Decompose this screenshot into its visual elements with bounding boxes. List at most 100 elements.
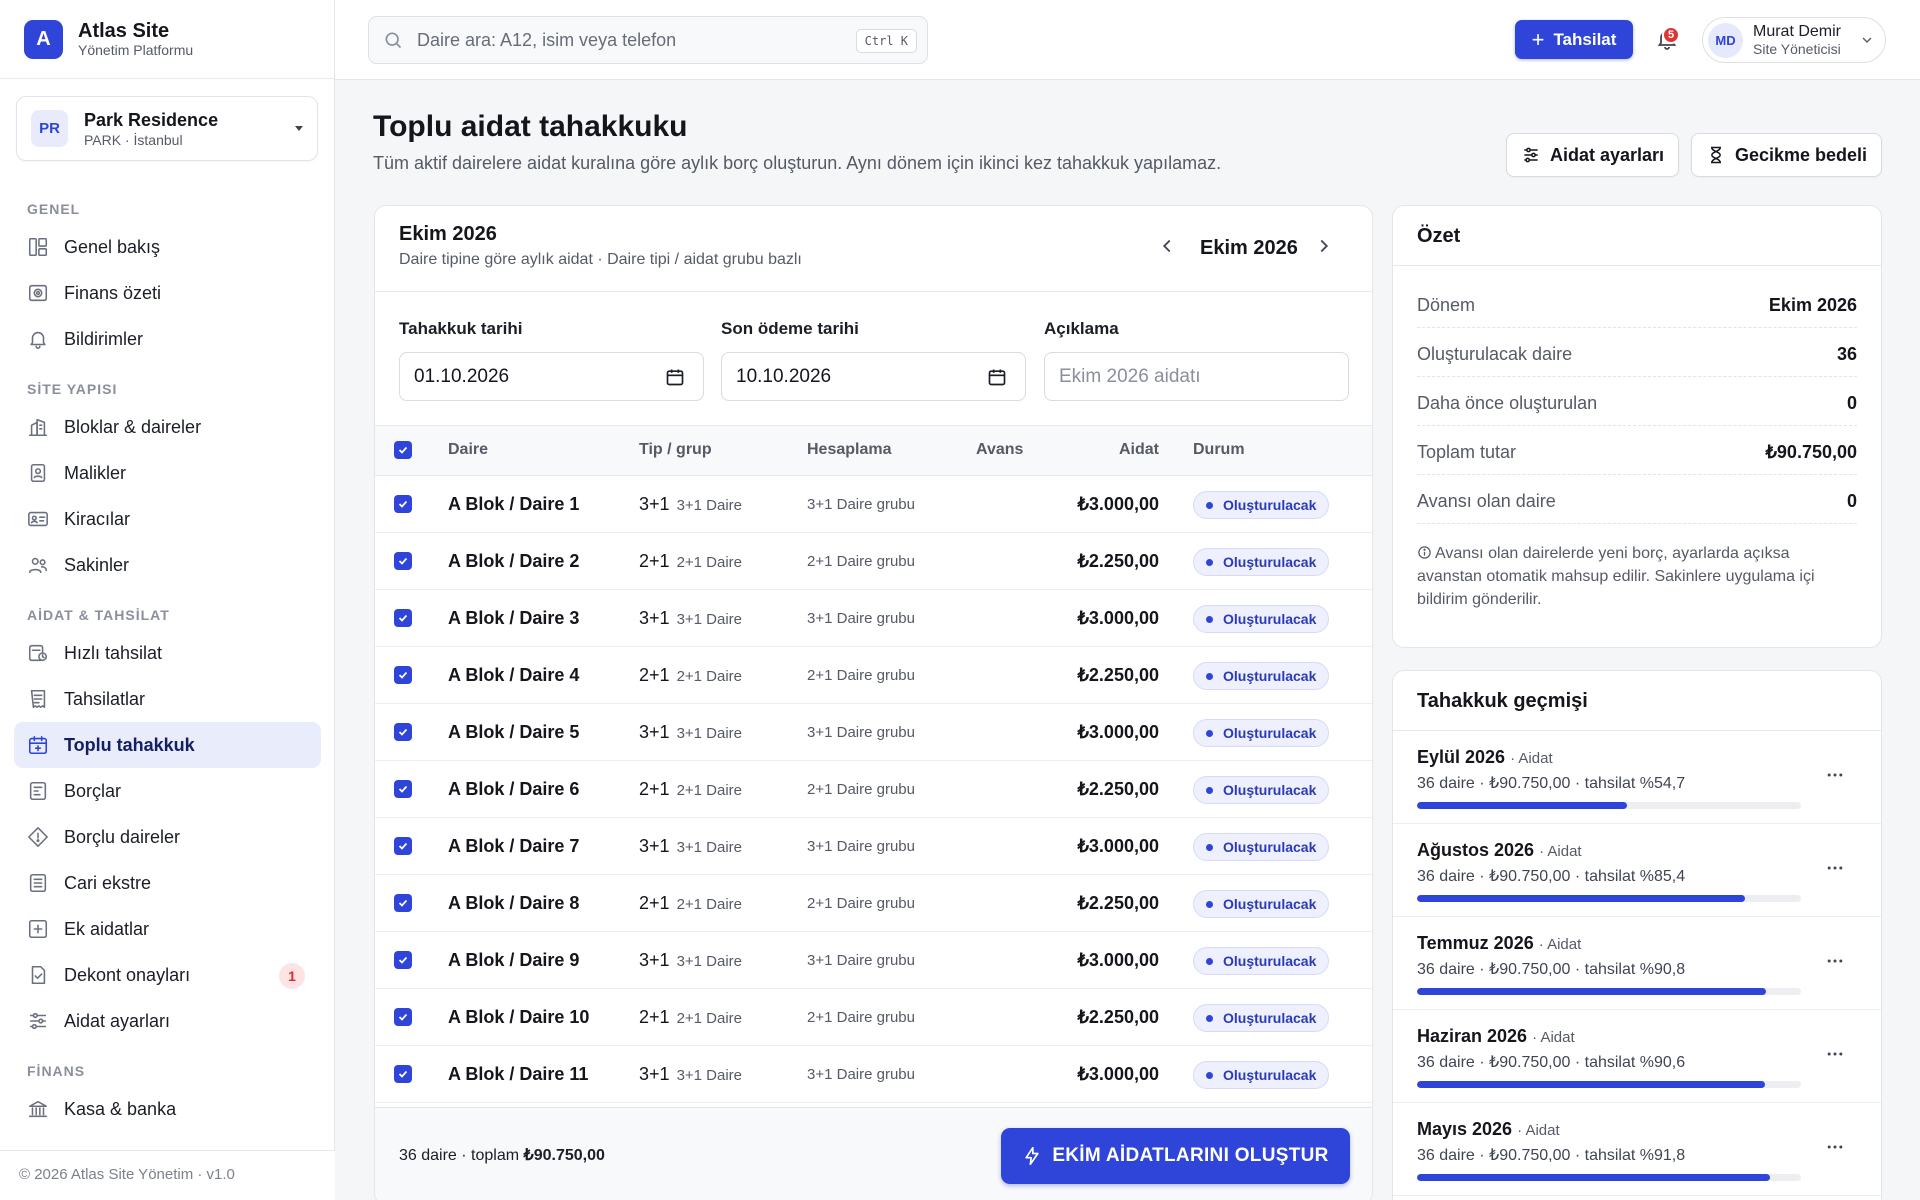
status-text: Oluşturulacak bbox=[1223, 668, 1317, 684]
fee-settings-button[interactable]: Aidat ayarları bbox=[1506, 133, 1679, 177]
col-tip[interactable]: Tip / grup bbox=[639, 441, 712, 459]
sidebar-item[interactable]: Tahsilatlar bbox=[14, 676, 321, 722]
users-icon bbox=[27, 554, 49, 576]
site-avatar: PR bbox=[31, 110, 68, 147]
cell-aidat: ₺2.250,00 bbox=[1077, 1007, 1159, 1027]
summary-list: Dönem Ekim 2026 Oluşturulacak daire 36 Daha … bbox=[1393, 279, 1881, 524]
calendar-icon[interactable] bbox=[987, 367, 1007, 387]
sidebar-item[interactable]: Dekont onayları 1 bbox=[14, 952, 321, 998]
row-checkbox[interactable] bbox=[394, 723, 412, 741]
sidebar-item-label: Toplu tahakkuk bbox=[64, 734, 195, 755]
due-date-input[interactable]: 10.10.2026 bbox=[721, 352, 1026, 401]
row-checkbox[interactable] bbox=[394, 951, 412, 969]
sidebar-item[interactable]: Malikler bbox=[14, 450, 321, 496]
select-all-checkbox[interactable] bbox=[394, 441, 412, 459]
sidebar-item[interactable]: Aidat ayarları bbox=[14, 998, 321, 1044]
summary-value: 0 bbox=[1846, 393, 1857, 413]
cell-tip-sub: 2+1 Daire bbox=[676, 1010, 743, 1027]
sidebar-item[interactable]: Sakinler bbox=[14, 542, 321, 588]
table-row[interactable]: A Blok / Daire 6 2+1 2+1 Daire 2+1 Daire g… bbox=[375, 761, 1372, 818]
collect-button[interactable]: + Tahsilat bbox=[1515, 20, 1633, 59]
status-text: Oluşturulacak bbox=[1223, 782, 1317, 798]
cell-tip-main: 2+1 bbox=[639, 893, 670, 913]
row-checkbox[interactable] bbox=[394, 495, 412, 513]
col-durum[interactable]: Durum bbox=[1193, 441, 1245, 459]
check-icon bbox=[398, 446, 408, 454]
row-checkbox[interactable] bbox=[394, 1008, 412, 1026]
site-location: PARK · İstanbul bbox=[84, 131, 183, 148]
history-month: Eylül 2026 bbox=[1417, 747, 1506, 767]
row-checkbox[interactable] bbox=[394, 894, 412, 912]
accrual-date-value: 01.10.2026 bbox=[414, 365, 510, 387]
nav-section-title: FİNANS bbox=[27, 1063, 86, 1079]
sidebar-item[interactable]: Bildirimler bbox=[14, 316, 321, 362]
sidebar-item[interactable]: Finans özeti bbox=[14, 270, 321, 316]
description-input[interactable]: Ekim 2026 aidatı bbox=[1044, 352, 1349, 401]
cell-tip-main: 3+1 bbox=[639, 608, 670, 628]
status-text: Oluşturulacak bbox=[1223, 839, 1317, 855]
more-options-icon[interactable] bbox=[1825, 765, 1845, 785]
col-hesap[interactable]: Hesaplama bbox=[807, 441, 892, 459]
sidebar-item-label: Cari ekstre bbox=[64, 872, 152, 893]
table-row[interactable]: A Blok / Daire 4 2+1 2+1 Daire 2+1 Daire g… bbox=[375, 647, 1372, 704]
row-checkbox[interactable] bbox=[394, 609, 412, 627]
collection-progress-bar bbox=[1417, 1174, 1801, 1181]
row-checkbox[interactable] bbox=[394, 552, 412, 570]
more-options-icon[interactable] bbox=[1825, 1137, 1845, 1157]
sidebar-item-label: Malikler bbox=[64, 462, 127, 483]
accrual-date-label: Tahakkuk tarihi bbox=[399, 319, 523, 338]
more-options-icon[interactable] bbox=[1825, 951, 1845, 971]
more-options-icon[interactable] bbox=[1825, 1044, 1845, 1064]
row-checkbox[interactable] bbox=[394, 1065, 412, 1083]
cell-aidat: ₺3.000,00 bbox=[1077, 836, 1159, 856]
table-row[interactable]: A Blok / Daire 11 3+1 3+1 Daire 3+1 Daire … bbox=[375, 1046, 1372, 1103]
status-badge: Oluşturulacak bbox=[1193, 548, 1330, 576]
row-checkbox[interactable] bbox=[394, 780, 412, 798]
table-row[interactable]: A Blok / Daire 10 2+1 2+1 Daire 2+1 Daire … bbox=[375, 989, 1372, 1046]
more-options-icon[interactable] bbox=[1825, 858, 1845, 878]
accrual-date-input[interactable]: 01.10.2026 bbox=[399, 352, 704, 401]
col-daire[interactable]: Daire bbox=[448, 441, 488, 459]
calendar-icon[interactable] bbox=[665, 367, 685, 387]
row-checkbox[interactable] bbox=[394, 666, 412, 684]
search-box[interactable]: Ctrl K bbox=[368, 16, 928, 64]
sidebar-item[interactable]: Cari ekstre bbox=[14, 860, 321, 906]
table-row[interactable]: A Blok / Daire 7 3+1 3+1 Daire 3+1 Daire g… bbox=[375, 818, 1372, 875]
collect-button-label: Tahsilat bbox=[1553, 29, 1617, 49]
sidebar-item[interactable]: Kasa & banka bbox=[14, 1086, 321, 1132]
sidebar-item[interactable]: Hızlı tahsilat bbox=[14, 630, 321, 676]
col-avans[interactable]: Avans bbox=[976, 441, 1023, 459]
status-text: Oluşturulacak bbox=[1223, 953, 1317, 969]
site-switcher[interactable]: PR Park Residence PARK · İstanbul bbox=[16, 96, 318, 161]
status-badge: Oluşturulacak bbox=[1193, 890, 1330, 918]
cell-daire: A Blok / Daire 1 bbox=[448, 494, 580, 514]
row-checkbox[interactable] bbox=[394, 837, 412, 855]
history-meta: 36 daire · ₺90.750,00 · tahsilat %54,7 bbox=[1417, 775, 1686, 792]
sidebar-item-label: Genel bakış bbox=[64, 236, 161, 257]
col-aidat[interactable]: Aidat bbox=[1119, 441, 1159, 459]
search-input[interactable] bbox=[417, 29, 837, 51]
sidebar-item[interactable]: Ek aidatlar bbox=[14, 906, 321, 952]
table-row[interactable]: A Blok / Daire 5 3+1 3+1 Daire 3+1 Daire g… bbox=[375, 704, 1372, 761]
sidebar-item[interactable]: Toplu tahakkuk bbox=[14, 722, 321, 768]
table-row[interactable]: A Blok / Daire 1 3+1 3+1 Daire 3+1 Daire g… bbox=[375, 476, 1372, 533]
late-fee-button[interactable]: Gecikme bedeli bbox=[1691, 133, 1882, 177]
collection-progress-bar bbox=[1417, 1081, 1801, 1088]
sidebar-item[interactable]: Bloklar & daireler bbox=[14, 404, 321, 450]
table-row[interactable]: A Blok / Daire 9 3+1 3+1 Daire 3+1 Daire g… bbox=[375, 932, 1372, 989]
sidebar-item[interactable]: Borçlu daireler bbox=[14, 814, 321, 860]
history-item: Mayıs 2026 · Aidat 36 daire · ₺90.750,00 … bbox=[1393, 1103, 1881, 1196]
table-row[interactable]: A Blok / Daire 2 2+1 2+1 Daire 2+1 Daire g… bbox=[375, 533, 1372, 590]
cell-hesaplama: 3+1 Daire grubu bbox=[807, 838, 915, 855]
table-row[interactable]: A Blok / Daire 8 2+1 2+1 Daire 2+1 Daire g… bbox=[375, 875, 1372, 932]
shortcut-hint: Ctrl K bbox=[855, 29, 917, 53]
sidebar-item[interactable]: Borçlar bbox=[14, 768, 321, 814]
sidebar-item[interactable]: Kiracılar bbox=[14, 496, 321, 542]
table-row[interactable]: A Blok / Daire 3 3+1 3+1 Daire 3+1 Daire g… bbox=[375, 590, 1372, 647]
brand-subtitle: Yönetim Platformu bbox=[78, 42, 194, 58]
create-accruals-button[interactable]: EKİM AİDATLARINI OLUŞTUR bbox=[1001, 1128, 1350, 1184]
chevron-left-icon[interactable] bbox=[1156, 235, 1178, 257]
user-menu[interactable]: MD Murat Demir Site Yöneticisi bbox=[1702, 17, 1886, 63]
chevron-right-icon[interactable] bbox=[1313, 235, 1335, 257]
sidebar-item[interactable]: Genel bakış bbox=[14, 224, 321, 270]
